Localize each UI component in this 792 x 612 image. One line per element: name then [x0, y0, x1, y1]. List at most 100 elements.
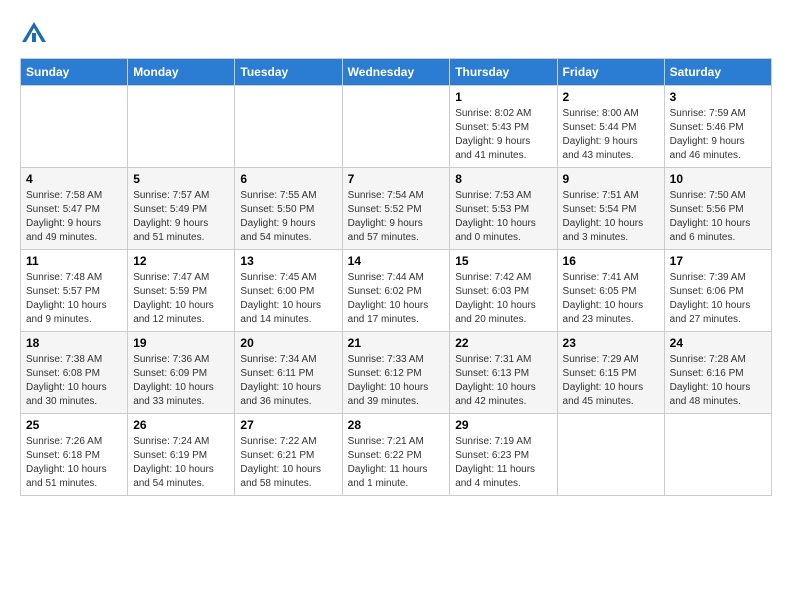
day-number: 27	[240, 418, 336, 432]
day-number: 26	[133, 418, 229, 432]
day-number: 3	[670, 90, 766, 104]
day-number: 11	[26, 254, 122, 268]
calendar-cell	[235, 86, 342, 168]
day-number: 5	[133, 172, 229, 186]
weekday-header-sunday: Sunday	[21, 59, 128, 86]
day-number: 16	[563, 254, 659, 268]
weekday-header-wednesday: Wednesday	[342, 59, 450, 86]
calendar-table: SundayMondayTuesdayWednesdayThursdayFrid…	[20, 58, 772, 496]
day-info: Sunrise: 7:47 AM Sunset: 5:59 PM Dayligh…	[133, 271, 229, 327]
day-info: Sunrise: 7:44 AM Sunset: 6:02 PM Dayligh…	[348, 271, 445, 327]
weekday-header-row: SundayMondayTuesdayWednesdayThursdayFrid…	[21, 59, 772, 86]
day-info: Sunrise: 7:34 AM Sunset: 6:11 PM Dayligh…	[240, 353, 336, 409]
weekday-header-saturday: Saturday	[664, 59, 771, 86]
day-number: 28	[348, 418, 445, 432]
calendar-cell: 6 Sunrise: 7:55 AM Sunset: 5:50 PM Daylig…	[235, 168, 342, 250]
day-number: 23	[563, 336, 659, 350]
day-number: 9	[563, 172, 659, 186]
weekday-header-thursday: Thursday	[450, 59, 557, 86]
day-number: 29	[455, 418, 551, 432]
calendar-cell: 7 Sunrise: 7:54 AM Sunset: 5:52 PM Daylig…	[342, 168, 450, 250]
calendar-cell: 20 Sunrise: 7:34 AM Sunset: 6:11 PM Dayli…	[235, 332, 342, 414]
day-info: Sunrise: 7:19 AM Sunset: 6:23 PM Dayligh…	[455, 435, 551, 491]
calendar-cell: 1 Sunrise: 8:02 AM Sunset: 5:43 PM Daylig…	[450, 86, 557, 168]
day-number: 14	[348, 254, 445, 268]
day-number: 24	[670, 336, 766, 350]
day-info: Sunrise: 7:59 AM Sunset: 5:46 PM Dayligh…	[670, 107, 766, 163]
day-info: Sunrise: 7:22 AM Sunset: 6:21 PM Dayligh…	[240, 435, 336, 491]
day-number: 18	[26, 336, 122, 350]
calendar-cell: 15Sunrise: 7:42 AM Sunset: 6:03 PM Dayli…	[450, 250, 557, 332]
calendar-cell: 10Sunrise: 7:50 AM Sunset: 5:56 PM Dayli…	[664, 168, 771, 250]
day-info: Sunrise: 7:26 AM Sunset: 6:18 PM Dayligh…	[26, 435, 122, 491]
day-info: Sunrise: 7:48 AM Sunset: 5:57 PM Dayligh…	[26, 271, 122, 327]
calendar-cell: 22 Sunrise: 7:31 AM Sunset: 6:13 PM Dayli…	[450, 332, 557, 414]
calendar-cell: 26 Sunrise: 7:24 AM Sunset: 6:19 PM Dayli…	[128, 414, 235, 496]
day-number: 13	[240, 254, 336, 268]
day-number: 22	[455, 336, 551, 350]
day-number: 25	[26, 418, 122, 432]
calendar-week-4: 18Sunrise: 7:38 AM Sunset: 6:08 PM Dayli…	[21, 332, 772, 414]
calendar-week-3: 11 Sunrise: 7:48 AM Sunset: 5:57 PM Dayli…	[21, 250, 772, 332]
calendar-cell: 9 Sunrise: 7:51 AM Sunset: 5:54 PM Daylig…	[557, 168, 664, 250]
weekday-header-monday: Monday	[128, 59, 235, 86]
calendar-cell: 16 Sunrise: 7:41 AM Sunset: 6:05 PM Dayli…	[557, 250, 664, 332]
day-info: Sunrise: 7:36 AM Sunset: 6:09 PM Dayligh…	[133, 353, 229, 409]
day-number: 19	[133, 336, 229, 350]
calendar-cell: 19 Sunrise: 7:36 AM Sunset: 6:09 PM Dayli…	[128, 332, 235, 414]
calendar-cell: 3 Sunrise: 7:59 AM Sunset: 5:46 PM Daylig…	[664, 86, 771, 168]
day-number: 7	[348, 172, 445, 186]
day-info: Sunrise: 7:33 AM Sunset: 6:12 PM Dayligh…	[348, 353, 445, 409]
logo-icon	[20, 20, 48, 48]
weekday-header-tuesday: Tuesday	[235, 59, 342, 86]
day-info: Sunrise: 7:29 AM Sunset: 6:15 PM Dayligh…	[563, 353, 659, 409]
calendar-cell: 5 Sunrise: 7:57 AM Sunset: 5:49 PM Daylig…	[128, 168, 235, 250]
day-info: Sunrise: 7:42 AM Sunset: 6:03 PM Dayligh…	[455, 271, 551, 327]
day-number: 20	[240, 336, 336, 350]
weekday-header-friday: Friday	[557, 59, 664, 86]
day-info: Sunrise: 7:21 AM Sunset: 6:22 PM Dayligh…	[348, 435, 445, 491]
day-info: Sunrise: 7:55 AM Sunset: 5:50 PM Dayligh…	[240, 189, 336, 245]
day-info: Sunrise: 7:53 AM Sunset: 5:53 PM Dayligh…	[455, 189, 551, 245]
day-number: 6	[240, 172, 336, 186]
calendar-cell: 28 Sunrise: 7:21 AM Sunset: 6:22 PM Dayli…	[342, 414, 450, 496]
calendar-cell: 21 Sunrise: 7:33 AM Sunset: 6:12 PM Dayli…	[342, 332, 450, 414]
day-info: Sunrise: 7:51 AM Sunset: 5:54 PM Dayligh…	[563, 189, 659, 245]
page-header	[20, 20, 772, 48]
calendar-cell: 27 Sunrise: 7:22 AM Sunset: 6:21 PM Dayli…	[235, 414, 342, 496]
calendar-cell	[557, 414, 664, 496]
day-info: Sunrise: 8:02 AM Sunset: 5:43 PM Dayligh…	[455, 107, 551, 163]
calendar-cell: 17Sunrise: 7:39 AM Sunset: 6:06 PM Dayli…	[664, 250, 771, 332]
day-info: Sunrise: 7:45 AM Sunset: 6:00 PM Dayligh…	[240, 271, 336, 327]
day-number: 8	[455, 172, 551, 186]
day-number: 12	[133, 254, 229, 268]
calendar-cell: 18Sunrise: 7:38 AM Sunset: 6:08 PM Dayli…	[21, 332, 128, 414]
day-info: Sunrise: 7:41 AM Sunset: 6:05 PM Dayligh…	[563, 271, 659, 327]
calendar-cell: 12 Sunrise: 7:47 AM Sunset: 5:59 PM Dayli…	[128, 250, 235, 332]
day-info: Sunrise: 8:00 AM Sunset: 5:44 PM Dayligh…	[563, 107, 659, 163]
day-info: Sunrise: 7:31 AM Sunset: 6:13 PM Dayligh…	[455, 353, 551, 409]
calendar-cell	[342, 86, 450, 168]
calendar-cell	[21, 86, 128, 168]
day-info: Sunrise: 7:24 AM Sunset: 6:19 PM Dayligh…	[133, 435, 229, 491]
day-info: Sunrise: 7:57 AM Sunset: 5:49 PM Dayligh…	[133, 189, 229, 245]
day-number: 21	[348, 336, 445, 350]
calendar-cell: 4 Sunrise: 7:58 AM Sunset: 5:47 PM Daylig…	[21, 168, 128, 250]
day-info: Sunrise: 7:28 AM Sunset: 6:16 PM Dayligh…	[670, 353, 766, 409]
calendar-cell: 25 Sunrise: 7:26 AM Sunset: 6:18 PM Dayli…	[21, 414, 128, 496]
calendar-week-5: 25 Sunrise: 7:26 AM Sunset: 6:18 PM Dayli…	[21, 414, 772, 496]
calendar-cell: 13 Sunrise: 7:45 AM Sunset: 6:00 PM Dayli…	[235, 250, 342, 332]
calendar-cell: 29 Sunrise: 7:19 AM Sunset: 6:23 PM Dayli…	[450, 414, 557, 496]
day-number: 4	[26, 172, 122, 186]
day-info: Sunrise: 7:58 AM Sunset: 5:47 PM Dayligh…	[26, 189, 122, 245]
calendar-cell: 24 Sunrise: 7:28 AM Sunset: 6:16 PM Dayli…	[664, 332, 771, 414]
logo	[20, 20, 52, 48]
calendar-cell: 8 Sunrise: 7:53 AM Sunset: 5:53 PM Daylig…	[450, 168, 557, 250]
calendar-cell: 23 Sunrise: 7:29 AM Sunset: 6:15 PM Dayli…	[557, 332, 664, 414]
day-number: 1	[455, 90, 551, 104]
calendar-cell	[664, 414, 771, 496]
day-number: 2	[563, 90, 659, 104]
day-info: Sunrise: 7:50 AM Sunset: 5:56 PM Dayligh…	[670, 189, 766, 245]
day-info: Sunrise: 7:54 AM Sunset: 5:52 PM Dayligh…	[348, 189, 445, 245]
calendar-cell: 14 Sunrise: 7:44 AM Sunset: 6:02 PM Dayli…	[342, 250, 450, 332]
